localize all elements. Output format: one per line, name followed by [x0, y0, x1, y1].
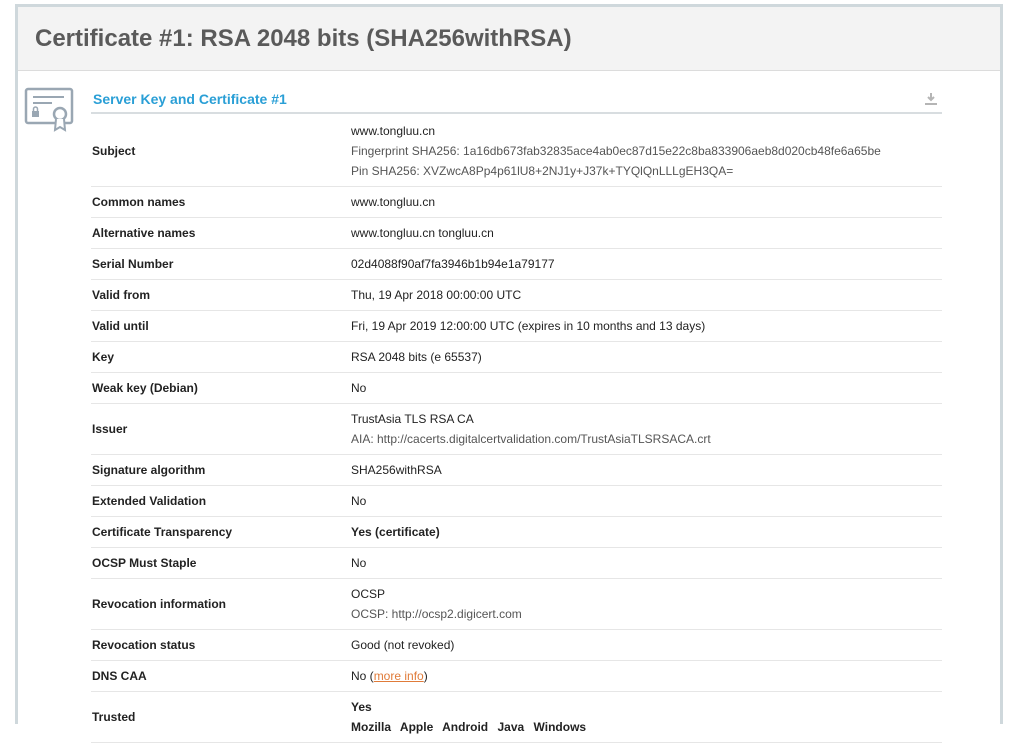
table-row: Valid from Thu, 19 Apr 2018 00:00:00 UTC — [91, 279, 942, 311]
trusted-value: Yes — [351, 700, 372, 714]
certificate-header: Certificate #1: RSA 2048 bits (SHA256wit… — [18, 7, 1000, 71]
row-label: Trusted — [91, 691, 351, 743]
table-row: Trusted Yes Mozilla Apple Android Java W… — [91, 691, 942, 743]
row-value: No — [351, 372, 942, 404]
row-label: OCSP Must Staple — [91, 547, 351, 579]
ocsp-url: OCSP: http://ocsp2.digicert.com — [351, 607, 522, 621]
row-label: Valid from — [91, 279, 351, 311]
row-label: Signature algorithm — [91, 454, 351, 486]
table-row: Revocation status Good (not revoked) — [91, 629, 942, 661]
table-row: Revocation information OCSP OCSP: http:/… — [91, 578, 942, 630]
row-value: Yes (certificate) — [351, 516, 942, 548]
table-row: Weak key (Debian) No — [91, 372, 942, 404]
table-row: Extended Validation No — [91, 485, 942, 517]
row-value: SHA256withRSA — [351, 454, 942, 486]
pin-value: Pin SHA256: XVZwcA8Pp4p61lU8+2NJ1y+J37k+… — [351, 164, 734, 178]
row-value: No — [351, 547, 942, 579]
row-label: Issuer — [91, 403, 351, 455]
row-label: Certificate Transparency — [91, 516, 351, 548]
aia-value: AIA: http://cacerts.digitalcertvalidatio… — [351, 432, 711, 446]
section-title: Server Key and Certificate #1 — [93, 91, 287, 107]
table-row: Signature algorithm SHA256withRSA — [91, 454, 942, 486]
certificate-icon — [24, 87, 74, 132]
issuer-value: TrustAsia TLS RSA CA — [351, 412, 474, 426]
table-row: Issuer TrustAsia TLS RSA CA AIA: http://… — [91, 403, 942, 455]
table-row: Serial Number 02d4088f90af7fa3946b1b94e1… — [91, 248, 942, 280]
table-row: Alternative names www.tongluu.cn tongluu… — [91, 217, 942, 249]
trust-store-android: Android — [442, 720, 489, 734]
revocation-method: OCSP — [351, 587, 386, 601]
row-value: Thu, 19 Apr 2018 00:00:00 UTC — [351, 279, 942, 311]
row-value: RSA 2048 bits (e 65537) — [351, 341, 942, 373]
trust-store-apple: Apple — [399, 720, 434, 734]
more-info-link[interactable]: more info — [374, 669, 424, 683]
row-value: Fri, 19 Apr 2019 12:00:00 UTC (expires i… — [351, 310, 942, 342]
row-value: www.tongluu.cn — [351, 186, 942, 218]
row-label: Valid until — [91, 310, 351, 342]
row-label: Common names — [91, 186, 351, 218]
row-label: Key — [91, 341, 351, 373]
certificate-details-table: Subject www.tongluu.cn Fingerprint SHA25… — [91, 116, 942, 743]
page-title: Certificate #1: RSA 2048 bits (SHA256wit… — [35, 24, 572, 52]
row-value: www.tongluu.cn tongluu.cn — [351, 217, 942, 249]
trust-store-java: Java — [497, 720, 525, 734]
row-value: 02d4088f90af7fa3946b1b94e1a79177 — [351, 248, 942, 280]
table-row: OCSP Must Staple No — [91, 547, 942, 579]
download-icon[interactable] — [924, 92, 938, 106]
fingerprint-value: Fingerprint SHA256: 1a16db673fab32835ace… — [351, 144, 881, 158]
table-row: Certificate Transparency Yes (certificat… — [91, 516, 942, 548]
row-label: Subject — [91, 116, 351, 187]
row-label: Weak key (Debian) — [91, 372, 351, 404]
row-value: No — [351, 485, 942, 517]
row-label: DNS CAA — [91, 660, 351, 692]
table-row: Key RSA 2048 bits (e 65537) — [91, 341, 942, 373]
table-row: Common names www.tongluu.cn — [91, 186, 942, 218]
trust-store-windows: Windows — [533, 720, 587, 734]
table-row: DNS CAA No (more info) — [91, 660, 942, 692]
row-label: Revocation status — [91, 629, 351, 661]
trust-store-mozilla: Mozilla — [351, 720, 392, 734]
section-header: Server Key and Certificate #1 — [91, 86, 942, 114]
row-label: Revocation information — [91, 578, 351, 630]
table-row: Valid until Fri, 19 Apr 2019 12:00:00 UT… — [91, 310, 942, 342]
table-row: Subject www.tongluu.cn Fingerprint SHA25… — [91, 116, 942, 187]
trust-stores: Mozilla Apple Android Java Windows — [351, 717, 942, 737]
dns-caa-value: No — [351, 669, 367, 683]
row-label: Alternative names — [91, 217, 351, 249]
subject-value: www.tongluu.cn — [351, 124, 436, 138]
row-value: Good (not revoked) — [351, 629, 942, 661]
row-label: Serial Number — [91, 248, 351, 280]
row-label: Extended Validation — [91, 485, 351, 517]
